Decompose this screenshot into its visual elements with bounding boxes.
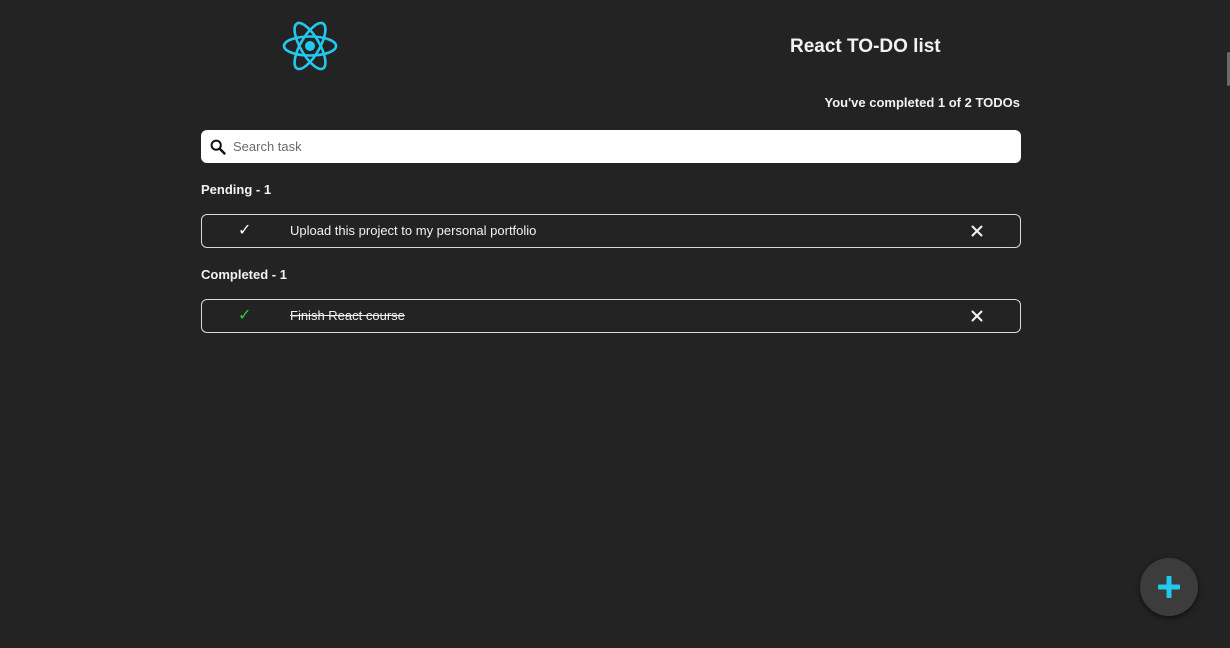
search-input[interactable] xyxy=(233,130,1013,163)
react-logo-icon xyxy=(281,18,339,74)
todo-item-pending: ✓ Upload this project to my personal por… xyxy=(201,214,1021,248)
complete-check-icon[interactable]: ✓ xyxy=(238,222,251,240)
app-title: React TO-DO list xyxy=(790,36,941,57)
complete-check-icon[interactable]: ✓ xyxy=(238,307,251,325)
todo-text: Finish React course xyxy=(290,308,405,323)
plus-icon xyxy=(1158,576,1180,598)
search-icon xyxy=(210,139,226,155)
completed-section-title: Completed - 1 xyxy=(201,267,287,282)
todo-item-completed: ✓ Finish React course xyxy=(201,299,1021,333)
app-page: React TO-DO list You've completed 1 of 2… xyxy=(0,0,1230,648)
close-icon[interactable] xyxy=(970,223,984,239)
todo-text: Upload this project to my personal portf… xyxy=(290,223,537,238)
completion-counter: You've completed 1 of 2 TODOs xyxy=(824,95,1021,110)
add-todo-button[interactable] xyxy=(1140,558,1198,616)
search-bar xyxy=(201,130,1021,163)
close-icon[interactable] xyxy=(970,308,984,324)
pending-section-title: Pending - 1 xyxy=(201,182,272,197)
